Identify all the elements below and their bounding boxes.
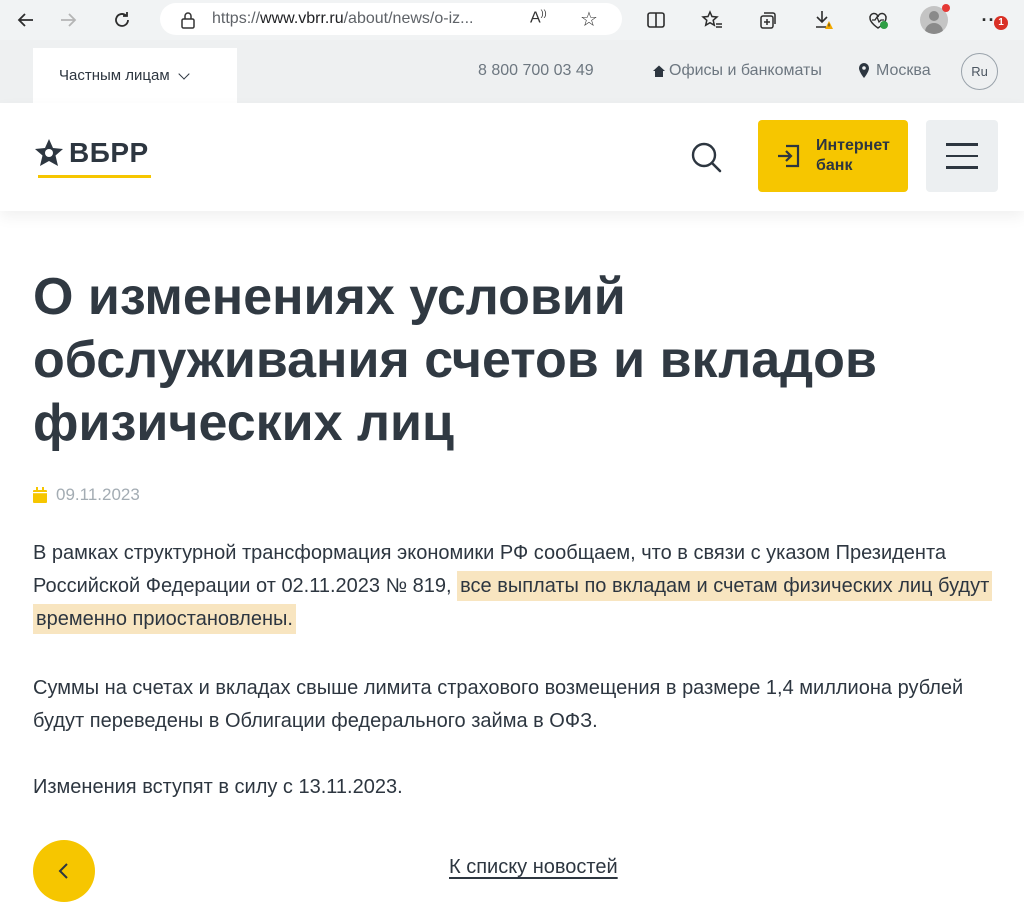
phone-number[interactable]: 8 800 700 03 49 [478,62,594,80]
calendar-icon [33,487,47,503]
article-title: О изменениях условий обслуживания счетов… [33,268,877,452]
persona-label: Частным лицам [59,67,170,84]
notification-badge: 1 [994,16,1008,30]
offices-link[interactable]: Офисы и банкоматы [652,62,822,80]
internet-bank-label: Интернет банк [816,137,890,174]
back-button[interactable] [33,840,95,902]
vbrr-logo[interactable]: ВБРР [33,137,151,178]
url-text: https://www.vbrr.ru/about/news/o-iz... [212,10,474,27]
news-list-link[interactable]: К списку новостей [449,856,618,879]
browser-essentials-icon[interactable] [862,4,894,36]
split-screen-icon[interactable] [640,4,672,36]
internet-bank-button[interactable]: Интернет банк [758,120,908,192]
site-top-strip: Частным лицам 8 800 700 03 49 Офисы и ба… [0,40,1024,103]
city-selector[interactable]: Москва [858,62,931,80]
favorites-icon[interactable] [696,4,728,36]
article-paragraph-1: В рамках структурной трансформация эконо… [33,537,1003,636]
chevron-down-icon [177,67,190,80]
site-header: ВБРР Интернет банк [0,103,1024,211]
hamburger-icon-line [946,143,978,146]
browser-toolbar: https://www.vbrr.ru/about/news/o-iz... A… [0,0,1024,40]
downloads-icon[interactable] [808,4,840,36]
menu-button[interactable] [926,120,998,192]
hamburger-icon-line [946,154,978,158]
favorite-star-icon[interactable]: ☆ [580,7,598,32]
logo-underline [38,175,151,178]
logo-text: ВБРР [69,137,149,168]
persona-dropdown[interactable]: Частным лицам [33,48,237,103]
forward-arrow-icon[interactable] [52,4,84,36]
location-pin-icon [859,63,869,78]
article-paragraph-2: Суммы на счетах и вкладах свыше лимита с… [33,677,964,732]
hamburger-icon-line [946,166,978,169]
logo-star-icon [35,139,63,166]
language-button[interactable]: Ru [961,53,998,90]
login-icon [778,144,800,168]
back-arrow-icon[interactable] [10,4,42,36]
home-icon [653,65,665,77]
search-button[interactable] [688,139,724,175]
collections-icon[interactable] [752,4,784,36]
article-paragraph-3: Изменения вступят в силу с 13.11.2023. [33,776,403,798]
reload-icon[interactable] [106,4,138,36]
profile-notification-dot [942,4,950,12]
address-bar[interactable]: https://www.vbrr.ru/about/news/o-iz... A… [160,3,622,35]
read-aloud-icon[interactable]: A)) [530,8,547,27]
chevron-left-icon [58,863,68,879]
lock-icon [181,12,195,29]
article-date: 09.11.2023 [33,485,140,505]
search-icon [691,142,722,173]
